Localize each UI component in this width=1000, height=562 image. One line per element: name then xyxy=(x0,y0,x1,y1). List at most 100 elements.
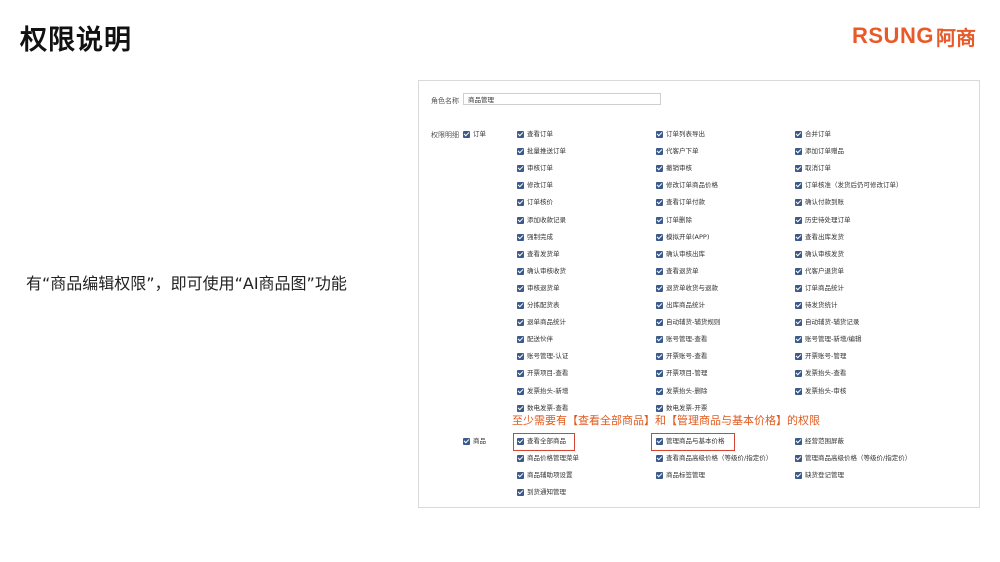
permission-checkbox[interactable]: 强制完成 xyxy=(517,233,553,242)
permission-checkbox[interactable]: 历史待处理订单 xyxy=(795,216,851,225)
permission-checkbox[interactable]: 代客户退货单 xyxy=(795,267,844,276)
permission-checkbox[interactable]: 出库商品统计 xyxy=(656,301,705,310)
permission-checkbox[interactable]: 自动辅货-辅货规则 xyxy=(656,318,720,327)
permission-checkbox[interactable]: 订单删除 xyxy=(656,216,692,225)
permission-label: 确认审核出库 xyxy=(666,249,705,258)
permission-checkbox[interactable]: 撤销审核 xyxy=(656,164,692,173)
permission-checkbox[interactable]: 自动辅货-辅货记录 xyxy=(795,318,859,327)
checkbox-checked-icon xyxy=(795,165,802,173)
permission-label: 待发货统计 xyxy=(805,301,838,309)
permission-checkbox[interactable]: 开票项目-管理 xyxy=(656,369,707,378)
permission-checkbox[interactable]: 发票抬头-审核 xyxy=(795,387,846,396)
permission-checkbox[interactable]: 确认审核收货 xyxy=(517,267,566,276)
permission-label: 修改订单 xyxy=(527,181,553,190)
permission-checkbox[interactable]: 代客户下单 xyxy=(656,147,699,156)
permission-checkbox[interactable]: 修改订单商品价格 xyxy=(656,181,718,190)
permission-checkbox[interactable]: 商品价格管理菜单 xyxy=(517,454,579,463)
permission-checkbox[interactable]: 商品标签管理 xyxy=(656,471,705,480)
slide-title: 权限说明 xyxy=(20,25,132,56)
permission-checkbox[interactable]: 商品辅助项设置 xyxy=(517,471,573,480)
permission-checkbox[interactable]: 模拟开单(APP) xyxy=(656,233,709,242)
role-name-label: 角色名称 xyxy=(431,97,459,105)
permission-checkbox[interactable]: 添加收款记录 xyxy=(517,216,566,225)
permission-checkbox[interactable]: 审核退货单 xyxy=(517,284,560,293)
permission-label: 确认付款到账 xyxy=(805,198,844,207)
logo-cn-text: 阿商 xyxy=(935,25,976,50)
role-name-input[interactable]: 商品管理 xyxy=(463,93,661,105)
checkbox-checked-icon xyxy=(795,370,802,378)
permission-checkbox[interactable]: 查看发货单 xyxy=(517,250,560,259)
permission-checkbox[interactable]: 订单核准（发货后仍可修改订单） xyxy=(795,181,903,190)
permission-label: 查看出库发货 xyxy=(805,232,844,241)
permission-checkbox[interactable]: 确认审核出库 xyxy=(656,250,705,259)
permission-checkbox[interactable]: 到货通知管理 xyxy=(517,488,566,497)
permission-checkbox[interactable]: 发票抬头-删除 xyxy=(656,387,707,396)
checkbox-checked-icon xyxy=(517,404,524,412)
permission-checkbox[interactable]: 账号管理-新增/编辑 xyxy=(795,335,862,344)
permission-checkbox[interactable]: 退货单收货与退款 xyxy=(656,284,718,293)
checkbox-checked-icon xyxy=(656,336,663,344)
permission-label: 查看发货单 xyxy=(527,249,560,258)
permission-checkbox[interactable]: 批量推送订单 xyxy=(517,147,566,156)
checkbox-checked-icon xyxy=(656,353,663,361)
permission-label: 模拟开单(APP) xyxy=(666,232,710,241)
highlight-manage-goods-price xyxy=(651,433,735,451)
permission-label: 分拣配货表 xyxy=(527,301,560,309)
permission-checkbox[interactable]: 退单商品统计 xyxy=(517,318,566,327)
group-checkbox-order[interactable]: 订单 xyxy=(463,130,486,139)
checkbox-checked-icon xyxy=(795,131,802,138)
checkbox-checked-icon xyxy=(656,148,663,156)
permission-checkbox[interactable]: 查看订单付款 xyxy=(656,198,705,207)
permission-checkbox[interactable]: 取消订单 xyxy=(795,164,831,173)
permission-checkbox[interactable]: 开票项目-查看 xyxy=(517,369,568,378)
checkbox-checked-icon xyxy=(656,165,663,173)
permission-checkbox[interactable]: 发票抬头-新增 xyxy=(517,387,568,396)
checkbox-checked-icon xyxy=(656,216,663,224)
permission-checkbox[interactable]: 合并订单 xyxy=(795,130,831,139)
permission-checkbox[interactable]: 查看订单 xyxy=(517,130,553,139)
permission-checkbox[interactable]: 查看退货单 xyxy=(656,267,699,276)
permission-checkbox[interactable]: 添加订单赠品 xyxy=(795,147,844,156)
checkbox-checked-icon xyxy=(656,472,663,479)
checkbox-checked-icon xyxy=(517,250,524,258)
checkbox-checked-icon xyxy=(795,250,802,258)
checkbox-checked-icon xyxy=(795,216,802,224)
permission-checkbox[interactable]: 查看商品高级价格（等级价/指定价） xyxy=(656,454,772,463)
permission-checkbox[interactable]: 待发货统计 xyxy=(795,301,838,310)
permission-label: 订单删除 xyxy=(666,215,692,224)
permission-checkbox[interactable]: 修改订单 xyxy=(517,181,553,190)
permission-label: 账号管理-查看 xyxy=(666,335,708,344)
permission-checkbox[interactable]: 账号管理-查看 xyxy=(656,335,707,344)
permission-label: 开票项目-查看 xyxy=(527,369,569,378)
checkbox-checked-icon xyxy=(656,182,663,190)
checkbox-checked-icon xyxy=(517,233,524,241)
permission-checkbox[interactable]: 管理商品高级价格（等级价/指定价） xyxy=(795,454,911,463)
checkbox-checked-icon xyxy=(517,302,524,309)
permission-checkbox[interactable]: 开票账号-管理 xyxy=(795,352,846,361)
checkbox-checked-icon xyxy=(795,387,802,395)
permission-checkbox[interactable]: 订单列表导出 xyxy=(656,130,705,139)
permission-checkbox[interactable]: 开票账号-查看 xyxy=(656,352,707,361)
permission-checkbox[interactable]: 订单商品统计 xyxy=(795,284,844,293)
permission-checkbox[interactable]: 查看出库发货 xyxy=(795,233,844,242)
permission-label: 查看订单付款 xyxy=(666,198,705,207)
permission-checkbox[interactable]: 经营范围屏蔽 xyxy=(795,437,844,446)
feature-note: 有“商品编辑权限”，即可使用“AI商品图”功能 xyxy=(26,274,347,293)
checkbox-checked-icon xyxy=(656,131,663,138)
group-checkbox-goods[interactable]: 商品 xyxy=(463,437,486,446)
permission-checkbox[interactable]: 分拣配货表 xyxy=(517,301,560,310)
permission-checkbox[interactable]: 确认审核发货 xyxy=(795,250,844,259)
permission-checkbox[interactable]: 账号管理-认证 xyxy=(517,352,568,361)
permission-checkbox[interactable]: 订单核价 xyxy=(517,198,553,207)
permission-label: 配送伙伴 xyxy=(527,335,553,344)
permission-label: 批量推送订单 xyxy=(527,147,566,156)
checkbox-checked-icon xyxy=(517,472,524,479)
permission-checkbox[interactable]: 审核订单 xyxy=(517,164,553,173)
permission-label: 开票账号-查看 xyxy=(666,352,708,361)
permission-checkbox[interactable]: 配送伙伴 xyxy=(517,335,553,344)
permission-checkbox[interactable]: 发票抬头-查看 xyxy=(795,369,846,378)
permission-checkbox[interactable]: 缺货登记管理 xyxy=(795,471,844,480)
permission-checkbox[interactable]: 确认付款到账 xyxy=(795,198,844,207)
permission-label: 到货通知管理 xyxy=(527,488,566,496)
checkbox-checked-icon xyxy=(795,267,802,275)
